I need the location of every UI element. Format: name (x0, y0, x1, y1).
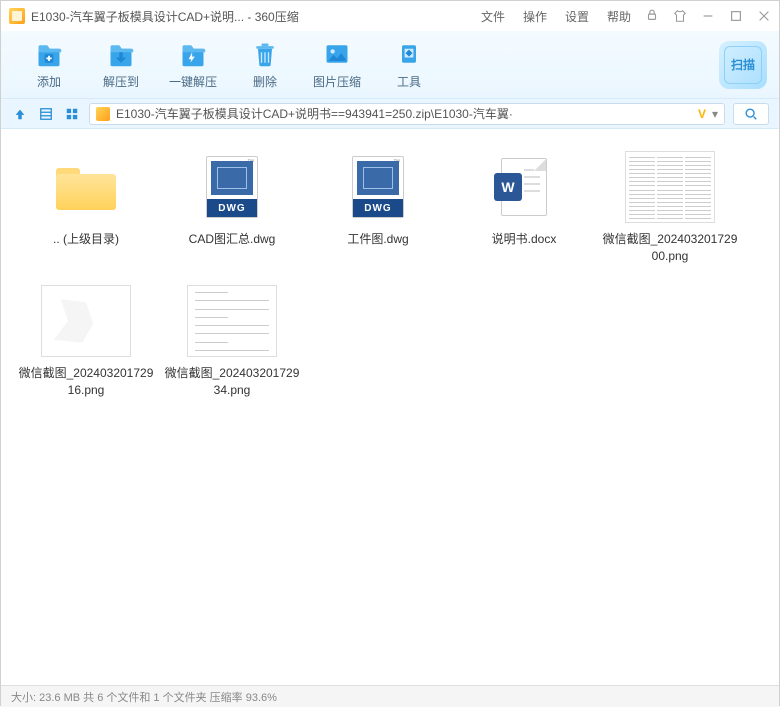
png-thumbnail (187, 285, 277, 357)
menu-bar: 文件 操作 设置 帮助 (481, 8, 631, 25)
dwg-icon: ™DWG (333, 151, 423, 223)
extract-icon (106, 39, 136, 69)
view-list-button[interactable] (37, 105, 55, 123)
delete-button[interactable]: 删除 (229, 35, 301, 95)
menu-help[interactable]: 帮助 (607, 8, 631, 25)
scan-button[interactable]: 扫描 (719, 41, 767, 89)
image-compress-icon (322, 39, 352, 69)
file-item[interactable]: 微信截图_20240320172900.png (597, 147, 743, 281)
path-input[interactable]: E1030-汽车翼子板模具设计CAD+说明书==943941=250.zip\E… (89, 103, 725, 125)
file-item[interactable]: W 说明书.docx (451, 147, 597, 281)
add-icon (34, 39, 64, 69)
png-thumbnail (41, 285, 131, 357)
archive-icon (96, 107, 110, 121)
file-label: 工件图.dwg (343, 231, 412, 248)
file-area: .. (上级目录) ™DWG CAD图汇总.dwg ™DWG 工件图.dwg W… (1, 129, 779, 685)
file-item[interactable]: ™DWG 工件图.dwg (305, 147, 451, 281)
file-label: 微信截图_20240320172916.png (13, 365, 159, 399)
one-click-extract-button[interactable]: 一键解压 (157, 35, 229, 95)
file-item[interactable]: ™DWG CAD图汇总.dwg (159, 147, 305, 281)
dwg-icon: ™DWG (187, 151, 277, 223)
menu-file[interactable]: 文件 (481, 8, 505, 25)
scan-label: 扫描 (731, 56, 755, 73)
window-controls (673, 9, 771, 23)
add-label: 添加 (37, 73, 61, 90)
file-label: .. (上级目录) (49, 231, 123, 248)
extract-to-button[interactable]: 解压到 (85, 35, 157, 95)
delete-icon (250, 39, 280, 69)
add-button[interactable]: 添加 (13, 35, 85, 95)
tools-label: 工具 (397, 73, 421, 90)
status-bar: 大小: 23.6 MB 共 6 个文件和 1 个文件夹 压缩率 93.6% (1, 685, 779, 707)
menu-settings[interactable]: 设置 (565, 8, 589, 25)
file-item[interactable]: 微信截图_20240320172916.png (13, 281, 159, 415)
search-button[interactable] (733, 103, 769, 125)
docx-icon: W (479, 151, 569, 223)
file-label: 微信截图_20240320172900.png (597, 231, 743, 265)
parent-folder-item[interactable]: .. (上级目录) (13, 147, 159, 281)
up-button[interactable] (11, 105, 29, 123)
app-icon (9, 8, 25, 24)
file-item[interactable]: 微信截图_20240320172934.png (159, 281, 305, 415)
folder-icon (41, 151, 131, 223)
png-thumbnail (625, 151, 715, 223)
file-label: 说明书.docx (488, 231, 561, 248)
vip-badge: V (698, 107, 706, 121)
delete-label: 删除 (253, 73, 277, 90)
path-bar: E1030-汽车翼子板模具设计CAD+说明书==943941=250.zip\E… (1, 99, 779, 129)
file-label: CAD图汇总.dwg (185, 231, 280, 248)
one-click-label: 一键解压 (169, 73, 217, 90)
toolbar: 添加 解压到 一键解压 删除 图片压缩 工具 扫描 (1, 31, 779, 99)
status-text: 大小: 23.6 MB 共 6 个文件和 1 个文件夹 压缩率 93.6% (11, 689, 277, 705)
tools-icon (394, 39, 424, 69)
close-button[interactable] (757, 9, 771, 23)
lock-icon[interactable] (645, 8, 659, 25)
skin-icon[interactable] (673, 9, 687, 23)
image-compress-button[interactable]: 图片压缩 (301, 35, 373, 95)
one-click-icon (178, 39, 208, 69)
file-grid: .. (上级目录) ™DWG CAD图汇总.dwg ™DWG 工件图.dwg W… (13, 147, 767, 415)
title-bar: E1030-汽车翼子板模具设计CAD+说明... - 360压缩 文件 操作 设… (1, 1, 779, 31)
view-icons-button[interactable] (63, 105, 81, 123)
path-text: E1030-汽车翼子板模具设计CAD+说明书==943941=250.zip\E… (116, 105, 694, 122)
image-compress-label: 图片压缩 (313, 73, 361, 90)
minimize-button[interactable] (701, 9, 715, 23)
extract-to-label: 解压到 (103, 73, 139, 90)
window-title: E1030-汽车翼子板模具设计CAD+说明... - 360压缩 (31, 8, 467, 25)
tools-button[interactable]: 工具 (373, 35, 445, 95)
menu-operate[interactable]: 操作 (523, 8, 547, 25)
maximize-button[interactable] (729, 9, 743, 23)
chevron-down-icon[interactable]: ▾ (712, 107, 718, 121)
file-label: 微信截图_20240320172934.png (159, 365, 305, 399)
